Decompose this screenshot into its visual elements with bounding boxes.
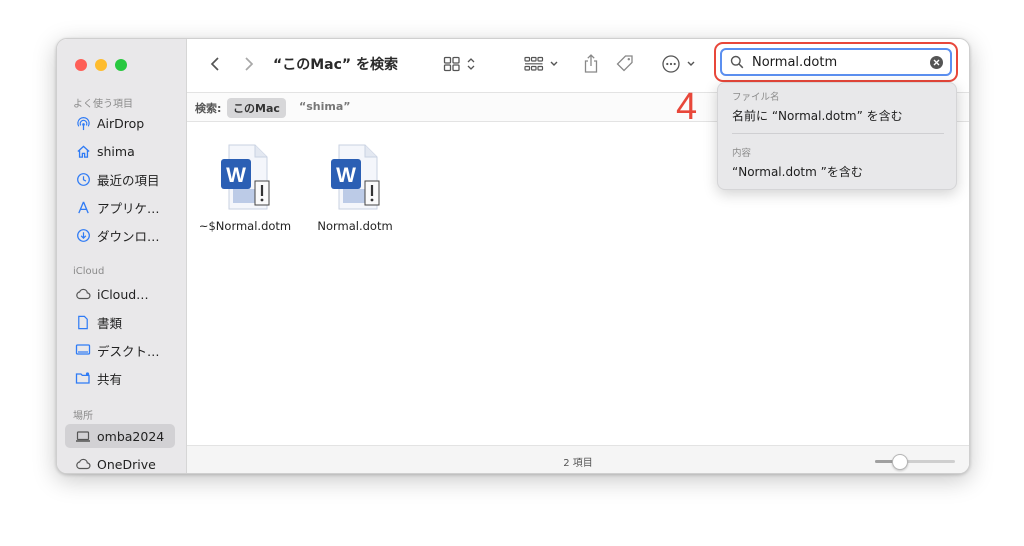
sidebar-item-documents[interactable]: 書類 xyxy=(65,310,175,334)
sidebar-item-icloud-drive[interactable]: iCloud… xyxy=(65,282,175,306)
tag-icon xyxy=(616,55,633,72)
document-icon xyxy=(75,314,91,330)
sidebar-item-omba2024[interactable]: omba2024 xyxy=(65,424,175,448)
window-controls xyxy=(75,59,127,71)
sidebar-item-label: 共有 xyxy=(97,371,123,387)
chevron-left-icon xyxy=(210,57,219,71)
svg-text:W: W xyxy=(336,164,356,187)
file-item[interactable]: W Normal.dotm xyxy=(305,143,405,233)
svg-text:W: W xyxy=(226,164,246,187)
minimize-window-button[interactable] xyxy=(95,59,107,71)
sidebar-item-label: アプリケ… xyxy=(97,200,160,216)
file-name: Normal.dotm xyxy=(317,219,393,233)
suggestion-content-option[interactable]: “Normal.dotm ”を含む xyxy=(732,163,863,180)
close-window-button[interactable] xyxy=(75,59,87,71)
word-document-icon: W xyxy=(331,144,380,210)
icon-size-slider[interactable] xyxy=(875,454,955,470)
clear-search-button[interactable] xyxy=(930,55,943,69)
sidebar-item-shared[interactable]: 共有 xyxy=(65,366,175,390)
search-value: Normal.dotm xyxy=(752,54,838,70)
sidebar-section-locations: 場所 xyxy=(73,411,93,422)
sidebar-item-airdrop[interactable]: AirDrop xyxy=(65,111,175,135)
download-icon xyxy=(75,227,91,243)
chevron-down-icon xyxy=(687,61,694,66)
airdrop-icon xyxy=(75,115,91,131)
close-icon xyxy=(933,59,940,65)
suggestion-filename-option[interactable]: 名前に “Normal.dotm” を含む xyxy=(732,107,903,124)
status-bar: 2 項目 xyxy=(187,445,969,473)
search-input[interactable]: Normal.dotm xyxy=(720,48,952,76)
applications-icon xyxy=(75,199,91,215)
sidebar-item-label: デスクト… xyxy=(97,343,160,359)
scope-this-mac-button[interactable]: このMac xyxy=(227,98,286,118)
sidebar-section-icloud: iCloud xyxy=(73,266,105,277)
sidebar-item-label: 書類 xyxy=(97,315,123,331)
scope-label: 検索: xyxy=(195,102,222,115)
home-icon xyxy=(75,143,91,159)
group-button[interactable] xyxy=(521,53,561,75)
sidebar-item-label: shima xyxy=(97,143,135,159)
clock-icon xyxy=(75,171,91,187)
action-menu-button[interactable] xyxy=(657,52,699,76)
cloud-icon xyxy=(75,286,91,302)
group-icon xyxy=(523,56,543,71)
grid-view-icon xyxy=(443,56,460,72)
item-count: 2 項目 xyxy=(563,458,593,469)
sidebar-item-label: 最近の項目 xyxy=(97,172,160,188)
step-number-annotation: 4 xyxy=(676,86,698,128)
desktop-icon xyxy=(75,342,91,358)
sidebar-item-onedrive[interactable]: OneDrive xyxy=(65,452,175,473)
share-icon xyxy=(584,54,598,73)
chevron-down-icon xyxy=(550,61,557,66)
sidebar: よく使う項目 AirDrop shima 最近の項目 アプリケ… ダウンロ… i… xyxy=(57,39,187,473)
search-highlight: Normal.dotm xyxy=(714,42,958,82)
sidebar-item-label: iCloud… xyxy=(97,286,149,302)
sidebar-item-recents[interactable]: 最近の項目 xyxy=(65,167,175,191)
chevron-right-icon xyxy=(245,57,254,71)
zoom-window-button[interactable] xyxy=(115,59,127,71)
shared-folder-icon xyxy=(75,370,91,386)
sidebar-item-home[interactable]: shima xyxy=(65,139,175,163)
back-button[interactable] xyxy=(205,54,225,74)
sidebar-item-label: ダウンロ… xyxy=(97,228,160,244)
search-suggestions: ファイル名 名前に “Normal.dotm” を含む 内容 “Normal.d… xyxy=(717,82,957,190)
search-icon xyxy=(730,55,744,69)
slider-knob[interactable] xyxy=(891,454,908,470)
word-document-icon: W xyxy=(221,144,270,210)
file-item[interactable]: W ~$Normal.dotm xyxy=(195,143,295,233)
sidebar-item-label: OneDrive xyxy=(97,456,156,472)
suggestion-divider xyxy=(732,133,944,134)
sidebar-item-downloads[interactable]: ダウンロ… xyxy=(65,223,175,247)
more-icon xyxy=(661,55,680,73)
scope-user-button[interactable]: “shima” xyxy=(299,100,351,113)
share-button[interactable] xyxy=(579,52,603,76)
window-title: “このMac” を検索 xyxy=(273,57,398,73)
file-name: ~$Normal.dotm xyxy=(198,219,292,233)
suggestion-header-filename: ファイル名 xyxy=(732,92,780,103)
view-mode-button[interactable] xyxy=(439,53,479,75)
laptop-icon xyxy=(75,428,91,444)
suggestion-header-content: 内容 xyxy=(732,148,752,159)
forward-button[interactable] xyxy=(239,54,259,74)
sidebar-item-label: omba2024 xyxy=(97,428,165,444)
sidebar-section-favorites: よく使う項目 xyxy=(73,99,133,110)
sidebar-item-desktop[interactable]: デスクト… xyxy=(65,338,175,362)
cloud-icon xyxy=(75,456,91,472)
sidebar-item-label: AirDrop xyxy=(97,115,145,131)
tags-button[interactable] xyxy=(613,52,637,76)
chevron-updown-icon xyxy=(467,58,474,70)
sidebar-item-applications[interactable]: アプリケ… xyxy=(65,195,175,219)
